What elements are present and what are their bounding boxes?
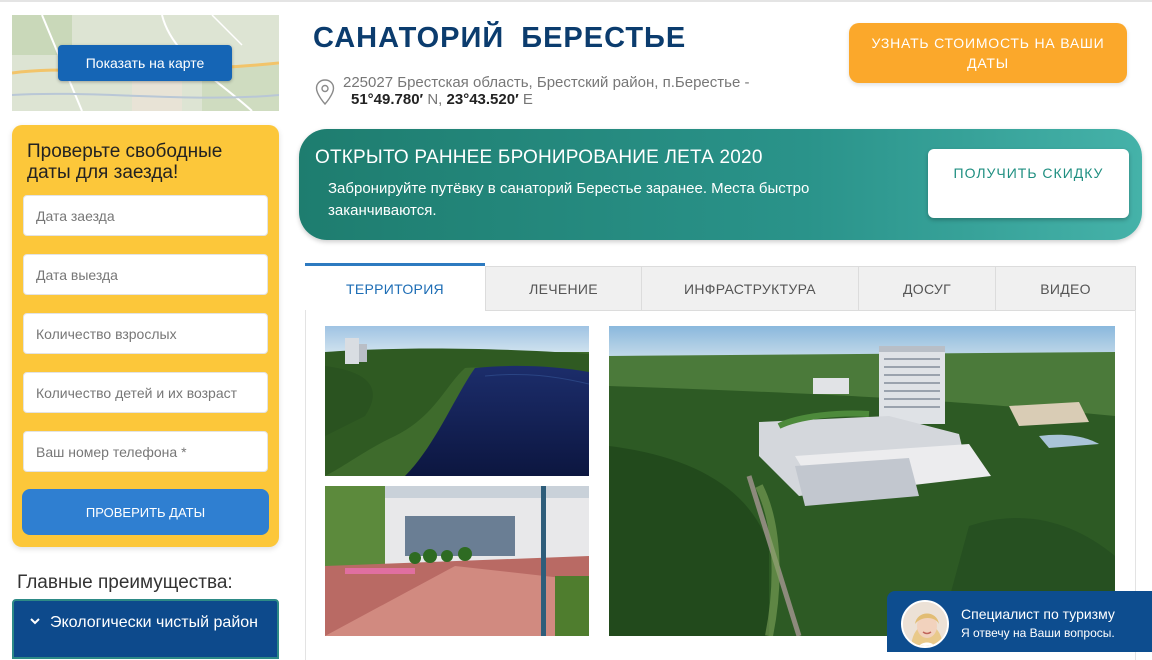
promo-title: ОТКРЫТО РАННЕЕ БРОНИРОВАНИЕ ЛЕТА 2020 (315, 147, 763, 168)
tab-video[interactable]: ВИДЕО (995, 266, 1136, 311)
promo-text: Забронируйте путёвку в санаторий Бересть… (328, 180, 810, 219)
phone-field[interactable]: Ваш номер телефона * (23, 431, 268, 472)
coordinates: 51°49.780′ N, 23°43.520′ E (351, 91, 533, 108)
top-divider (0, 0, 1152, 2)
checkin-date-field[interactable]: Дата заезда (23, 195, 268, 236)
address-text: 225027 Брестская область, Брестский райо… (343, 74, 750, 91)
advantage-item[interactable]: Экологически чистый район (12, 599, 279, 659)
booking-form: Проверьте свободные даты для заезда! Дат… (12, 125, 279, 547)
tab-territory[interactable]: ТЕРРИТОРИЯ (305, 263, 485, 311)
promo-banner: ОТКРЫТО РАННЕЕ БРОНИРОВАНИЕ ЛЕТА 2020 За… (299, 129, 1142, 240)
checkout-date-field[interactable]: Дата выезда (23, 254, 268, 295)
aerial-image (609, 326, 1115, 636)
photo-lake[interactable] (325, 326, 589, 476)
longitude: 23°43.520′ (446, 91, 519, 108)
gallery-tabs: ТЕРРИТОРИЯ ЛЕЧЕНИЕ ИНФРАСТРУКТУРА ДОСУГ … (305, 263, 1136, 311)
tab-treatment[interactable]: ЛЕЧЕНИЕ (485, 266, 642, 311)
booking-form-title: Проверьте свободные даты для заезда! (27, 141, 223, 183)
children-field[interactable]: Количество детей и их возраст (23, 372, 268, 413)
latitude-dir: N, (423, 91, 447, 108)
photo-building[interactable] (325, 486, 589, 636)
building-image (325, 486, 589, 636)
map-thumbnail[interactable]: Показать на карте (12, 15, 279, 111)
chat-subtitle: Я отвечу на Ваши вопросы. (961, 626, 1115, 640)
tab-infrastructure[interactable]: ИНФРАСТРУКТУРА (641, 266, 859, 311)
get-discount-button[interactable]: ПОЛУЧИТЬ СКИДКУ (928, 149, 1129, 218)
chat-title: Специалист по туризму (961, 606, 1115, 622)
advantages-title: Главные преимущества: (17, 572, 233, 593)
longitude-dir: E (518, 91, 533, 108)
location-pin-icon (315, 79, 335, 105)
get-price-button[interactable]: УЗНАТЬ СТОИМОСТЬ НА ВАШИ ДАТЫ (849, 23, 1127, 83)
photo-aerial[interactable] (609, 326, 1115, 636)
check-dates-button[interactable]: ПРОВЕРИТЬ ДАТЫ (22, 489, 269, 535)
adults-count-field[interactable]: Количество взрослых (23, 313, 268, 354)
advantage-item-label: Экологически чистый район (50, 614, 258, 631)
avatar (901, 600, 949, 648)
specialist-photo (903, 602, 947, 646)
lake-image (325, 326, 589, 476)
show-on-map-button[interactable]: Показать на карте (58, 45, 232, 81)
chevron-down-icon (30, 618, 40, 625)
latitude: 51°49.780′ (351, 91, 424, 108)
tab-leisure[interactable]: ДОСУГ (858, 266, 996, 311)
page-title: САНАТОРИЙ БЕРЕСТЬЕ (313, 22, 687, 54)
chat-widget[interactable]: Специалист по туризму Я отвечу на Ваши в… (887, 591, 1152, 652)
